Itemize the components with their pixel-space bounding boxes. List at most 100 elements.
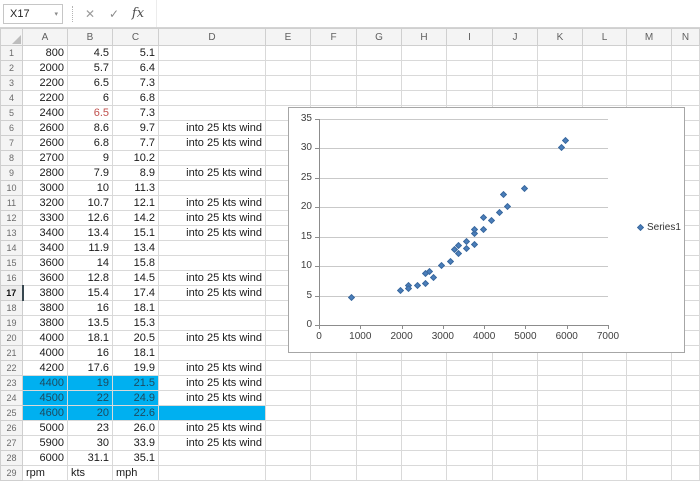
- cell-A22[interactable]: 4200: [23, 361, 68, 376]
- cell-M2[interactable]: [627, 61, 672, 76]
- cell-C28[interactable]: 35.1: [113, 451, 159, 466]
- cell-D15[interactable]: [159, 256, 266, 271]
- cell-K22[interactable]: [538, 361, 583, 376]
- cell-C14[interactable]: 13.4: [113, 241, 159, 256]
- cell-E22[interactable]: [266, 361, 311, 376]
- cell-N3[interactable]: [672, 76, 700, 91]
- cell-C11[interactable]: 12.1: [113, 196, 159, 211]
- cell-L4[interactable]: [583, 91, 627, 106]
- cell-D11[interactable]: into 25 kts wind: [159, 196, 266, 211]
- cell-B17[interactable]: 15.4: [68, 286, 113, 301]
- cell-B5[interactable]: 6.5: [68, 106, 113, 121]
- cell-L27[interactable]: [583, 436, 627, 451]
- cell-F2[interactable]: [311, 61, 357, 76]
- cell-B8[interactable]: 9: [68, 151, 113, 166]
- column-header-H[interactable]: H: [402, 29, 447, 46]
- row-header-9[interactable]: 9: [1, 166, 23, 181]
- column-header-D[interactable]: D: [159, 29, 266, 46]
- cell-A1[interactable]: 800: [23, 46, 68, 61]
- cell-I3[interactable]: [447, 76, 493, 91]
- cell-A11[interactable]: 3200: [23, 196, 68, 211]
- cell-E28[interactable]: [266, 451, 311, 466]
- cell-C22[interactable]: 19.9: [113, 361, 159, 376]
- cell-M23[interactable]: [627, 376, 672, 391]
- cell-E26[interactable]: [266, 421, 311, 436]
- cell-D17[interactable]: into 25 kts wind: [159, 286, 266, 301]
- row-header-24[interactable]: 24: [1, 391, 23, 406]
- cell-B12[interactable]: 12.6: [68, 211, 113, 226]
- cell-J24[interactable]: [493, 391, 538, 406]
- cell-D22[interactable]: into 25 kts wind: [159, 361, 266, 376]
- column-header-A[interactable]: A: [23, 29, 68, 46]
- row-header-8[interactable]: 8: [1, 151, 23, 166]
- cell-N2[interactable]: [672, 61, 700, 76]
- cell-L22[interactable]: [583, 361, 627, 376]
- row-header-4[interactable]: 4: [1, 91, 23, 106]
- cell-A26[interactable]: 5000: [23, 421, 68, 436]
- cell-B23[interactable]: 19: [68, 376, 113, 391]
- cell-K27[interactable]: [538, 436, 583, 451]
- cell-G24[interactable]: [357, 391, 402, 406]
- cell-H24[interactable]: [402, 391, 447, 406]
- cell-I23[interactable]: [447, 376, 493, 391]
- cell-A5[interactable]: 2400: [23, 106, 68, 121]
- cell-B6[interactable]: 8.6: [68, 121, 113, 136]
- cell-I28[interactable]: [447, 451, 493, 466]
- cell-D24[interactable]: into 25 kts wind: [159, 391, 266, 406]
- cell-F28[interactable]: [311, 451, 357, 466]
- cell-C15[interactable]: 15.8: [113, 256, 159, 271]
- cell-A23[interactable]: 4400: [23, 376, 68, 391]
- chart[interactable]: Series1 05101520253035010002000300040005…: [288, 107, 685, 353]
- row-header-12[interactable]: 12: [1, 211, 23, 226]
- cell-D19[interactable]: [159, 316, 266, 331]
- cell-L26[interactable]: [583, 421, 627, 436]
- cell-J3[interactable]: [493, 76, 538, 91]
- cell-D7[interactable]: into 25 kts wind: [159, 136, 266, 151]
- cell-C27[interactable]: 33.9: [113, 436, 159, 451]
- cell-B2[interactable]: 5.7: [68, 61, 113, 76]
- cell-J25[interactable]: [493, 406, 538, 421]
- cell-D28[interactable]: [159, 451, 266, 466]
- cell-L23[interactable]: [583, 376, 627, 391]
- cell-M29[interactable]: [627, 466, 672, 481]
- cell-N26[interactable]: [672, 421, 700, 436]
- cell-G22[interactable]: [357, 361, 402, 376]
- cell-C24[interactable]: 24.9: [113, 391, 159, 406]
- cell-C8[interactable]: 10.2: [113, 151, 159, 166]
- cell-B16[interactable]: 12.8: [68, 271, 113, 286]
- cell-J27[interactable]: [493, 436, 538, 451]
- row-header-6[interactable]: 6: [1, 121, 23, 136]
- cell-E25[interactable]: [266, 406, 311, 421]
- cell-M22[interactable]: [627, 361, 672, 376]
- cell-D10[interactable]: [159, 181, 266, 196]
- cell-H26[interactable]: [402, 421, 447, 436]
- cell-M28[interactable]: [627, 451, 672, 466]
- cell-A19[interactable]: 3800: [23, 316, 68, 331]
- select-all-corner[interactable]: [1, 29, 23, 46]
- cell-D4[interactable]: [159, 91, 266, 106]
- cell-A14[interactable]: 3400: [23, 241, 68, 256]
- cell-M4[interactable]: [627, 91, 672, 106]
- cell-D5[interactable]: [159, 106, 266, 121]
- cancel-icon[interactable]: ✕: [78, 7, 102, 21]
- cell-K25[interactable]: [538, 406, 583, 421]
- cell-D23[interactable]: into 25 kts wind: [159, 376, 266, 391]
- cell-B4[interactable]: 6: [68, 91, 113, 106]
- cell-I24[interactable]: [447, 391, 493, 406]
- cell-N24[interactable]: [672, 391, 700, 406]
- cell-I2[interactable]: [447, 61, 493, 76]
- cell-A24[interactable]: 4500: [23, 391, 68, 406]
- cell-A20[interactable]: 4000: [23, 331, 68, 346]
- cell-B20[interactable]: 18.1: [68, 331, 113, 346]
- cell-D20[interactable]: into 25 kts wind: [159, 331, 266, 346]
- cell-D2[interactable]: [159, 61, 266, 76]
- cell-B21[interactable]: 16: [68, 346, 113, 361]
- cell-I26[interactable]: [447, 421, 493, 436]
- column-header-M[interactable]: M: [627, 29, 672, 46]
- cell-D26[interactable]: into 25 kts wind: [159, 421, 266, 436]
- cell-A7[interactable]: 2600: [23, 136, 68, 151]
- cell-L24[interactable]: [583, 391, 627, 406]
- cell-F23[interactable]: [311, 376, 357, 391]
- cell-H22[interactable]: [402, 361, 447, 376]
- cell-M3[interactable]: [627, 76, 672, 91]
